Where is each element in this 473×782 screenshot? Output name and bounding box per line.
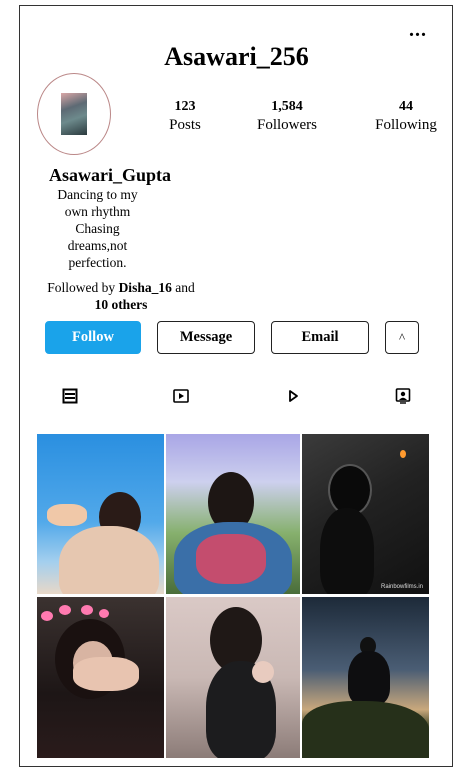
more-options-icon[interactable]: ... xyxy=(409,20,427,40)
profile-bio: Dancing to my own rhythm Chasing dreams,… xyxy=(45,186,150,271)
profile-username: Asawari_256 xyxy=(164,42,309,71)
post-thumbnail[interactable] xyxy=(166,434,300,594)
stat-posts-count: 123 xyxy=(174,99,196,114)
bio-line: dreams,not xyxy=(67,238,128,253)
avatar-image xyxy=(61,93,87,135)
message-button[interactable]: Message xyxy=(157,321,255,354)
tagged-icon xyxy=(395,388,411,404)
followed-by[interactable]: Followed by Disha_16 and 10 others xyxy=(38,279,204,313)
posts-grid-icon xyxy=(62,388,78,404)
stat-posts-label: Posts xyxy=(169,117,201,133)
stat-following-label: Following xyxy=(375,117,437,133)
post-thumbnail[interactable] xyxy=(166,597,300,758)
post-thumbnail[interactable]: Rainbowfilms.in xyxy=(302,434,429,594)
post-thumbnail[interactable] xyxy=(37,597,164,758)
followed-by-conjunction: and xyxy=(175,280,195,295)
suggestions-toggle-button[interactable]: ^ xyxy=(385,321,419,354)
post-thumbnail[interactable] xyxy=(37,434,164,594)
profile-full-name: Asawari_Gupta xyxy=(48,165,171,185)
bio-line: own rhythm xyxy=(64,204,131,219)
bio-line: Dancing to my xyxy=(57,187,138,202)
play-icon xyxy=(289,390,298,402)
tab-tagged[interactable] xyxy=(395,388,411,404)
bio-line: perfection. xyxy=(68,255,127,270)
follow-button[interactable]: Follow xyxy=(45,321,141,354)
stat-followers-count: 1,584 xyxy=(271,99,303,114)
bio-line: Chasing xyxy=(75,221,120,236)
stat-followers[interactable]: 1,584 Followers xyxy=(246,98,328,134)
followed-by-prefix: Followed by xyxy=(47,280,116,295)
posts-grid: Rainbowfilms.in xyxy=(37,434,429,758)
tab-posts[interactable] xyxy=(62,388,78,404)
tab-reels[interactable] xyxy=(173,388,189,404)
post-thumbnail[interactable] xyxy=(302,597,429,758)
post-watermark: Rainbowfilms.in xyxy=(380,584,423,590)
email-button[interactable]: Email xyxy=(271,321,369,354)
avatar[interactable] xyxy=(37,73,111,155)
followed-by-others[interactable]: 10 others xyxy=(95,297,148,312)
stat-followers-label: Followers xyxy=(257,117,317,133)
stat-following-count: 44 xyxy=(399,99,413,114)
reels-icon xyxy=(173,389,189,403)
stat-posts[interactable]: 123 Posts xyxy=(155,98,215,134)
tab-videos[interactable] xyxy=(285,388,301,404)
followed-by-user[interactable]: Disha_16 xyxy=(119,280,172,295)
stat-following[interactable]: 44 Following xyxy=(368,98,444,134)
